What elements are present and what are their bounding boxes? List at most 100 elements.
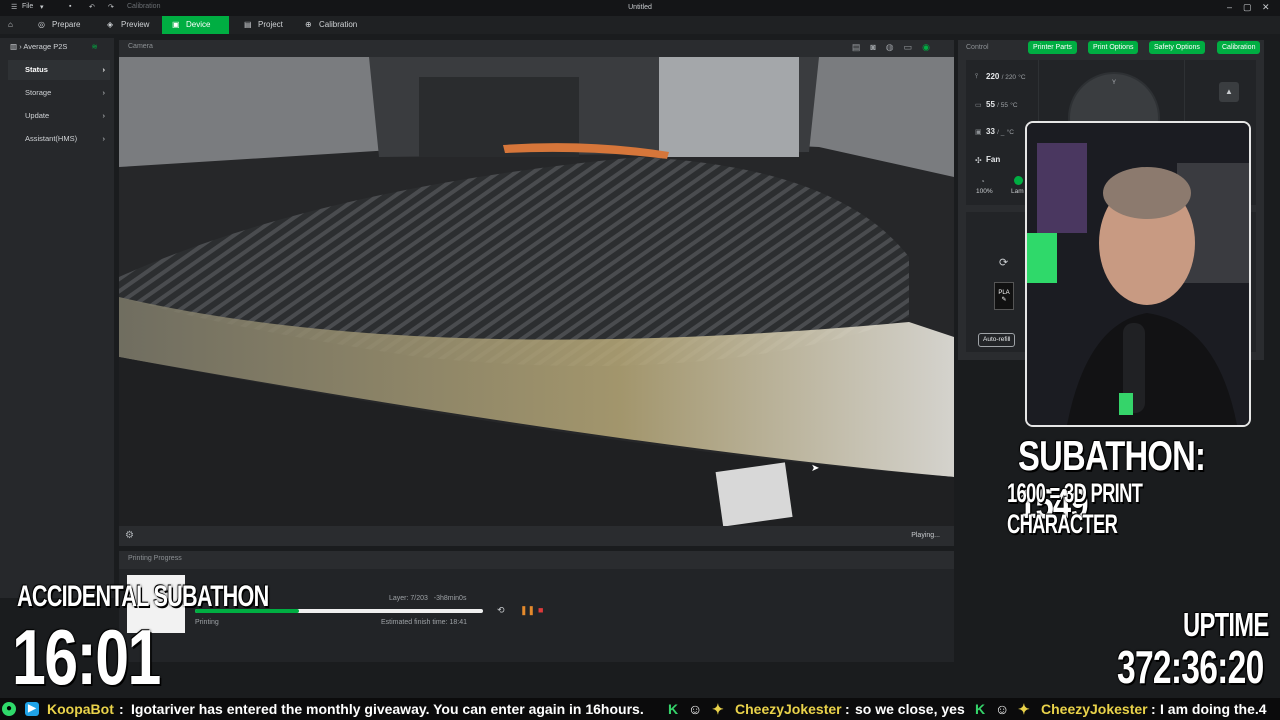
device-icon: ▣	[172, 20, 180, 29]
camera-panel: Camera ▤◙◍▭◉ ⚙ Playing...	[119, 40, 954, 546]
subathon-goal: 1600 = 3D PRINT CHARACTER	[1007, 478, 1143, 539]
temp-unit: °C	[1006, 129, 1014, 136]
sidebar-item-update[interactable]: Update ›	[8, 106, 110, 126]
chat-username: KoopaBot	[47, 701, 114, 717]
bed-temp[interactable]: 55 / 55 °C	[986, 100, 1018, 109]
z-up-button[interactable]: ▲	[1219, 82, 1239, 102]
mouse-cursor-icon: ➤	[811, 463, 820, 474]
bed-temp-value: 55	[986, 100, 995, 109]
sidebar-item-status[interactable]: Status ›	[8, 60, 110, 80]
fan-label[interactable]: Fan	[986, 155, 1000, 164]
sidebar-item-label: Status	[25, 65, 48, 74]
tab-label: Project	[258, 20, 283, 29]
lamp-icon[interactable]	[1014, 176, 1023, 185]
chamber-temp[interactable]: 33 / _ °C	[986, 127, 1014, 136]
sidebar-item-label: Storage	[25, 88, 52, 97]
tab-preview[interactable]: ◈ Preview	[97, 16, 159, 34]
layer-count: Layer: 7/203	[389, 595, 428, 602]
camera-feed[interactable]	[119, 57, 954, 526]
wifi-icon: ≋	[91, 42, 98, 51]
chevron-right-icon: ›	[102, 88, 106, 97]
pause-button[interactable]: ❚❚	[520, 605, 535, 616]
streamer-image	[1027, 123, 1249, 425]
edit-icon: ✎	[1001, 297, 1007, 303]
camera-toolbar: ▤◙◍▭◉	[852, 42, 940, 53]
tab-label: Preview	[121, 20, 150, 29]
tab-prepare[interactable]: ◎ Prepare	[28, 16, 90, 34]
nozzle-temp-target: / 220	[1001, 74, 1017, 81]
chat-app-icon: ●	[2, 702, 16, 716]
device-sidebar: ▥ › Average P2S ≋ Status › Storage › Updat…	[0, 38, 114, 598]
maximize-icon[interactable]: ▢	[1243, 2, 1252, 13]
print-status: Printing	[195, 619, 219, 626]
printer-parts-button[interactable]: Printer Parts	[1028, 41, 1077, 54]
nozzle-temp[interactable]: 220 / 220 °C	[986, 72, 1026, 81]
printer-selector[interactable]: ▥ › Average P2S ≋	[10, 42, 110, 51]
calibration-icon: ⊕	[305, 20, 312, 29]
bed-icon: ▭	[975, 102, 982, 109]
chat-message: Igotariver has entered the monthly givea…	[131, 701, 644, 717]
printer-name-label: Average P2S	[23, 42, 68, 51]
chat-username: CheezyJokester	[735, 701, 842, 717]
tab-project[interactable]: ▤ Project	[234, 16, 293, 34]
chamber-icon: ▣	[975, 129, 982, 136]
safety-options-button[interactable]: Safety Options	[1149, 41, 1205, 54]
tab-label: Prepare	[52, 20, 81, 29]
window-title: Untitled	[628, 4, 652, 11]
playback-status: Playing...	[911, 532, 940, 539]
print-options-button[interactable]: Print Options	[1088, 41, 1139, 54]
minimize-icon[interactable]: –	[1227, 2, 1232, 12]
nozzle-icon: ⫯	[975, 73, 979, 80]
preview-icon: ◈	[107, 20, 114, 29]
chevron-right-icon: ›	[102, 65, 106, 74]
top-navigation: ⌂ ◎ Prepare ◈ Preview ▣ Device ▤ Project ⊕ Ca…	[0, 16, 1280, 34]
timelapse-icon[interactable]: ▤	[852, 42, 871, 52]
fan-icon: ✣	[975, 156, 982, 165]
record-icon[interactable]: ◙	[870, 42, 885, 52]
app-window: ☰ File ▾ ▪ ↶ ↷ Calibration Untitled – ▢ …	[0, 0, 1280, 720]
tab-device[interactable]: ▣ Device	[162, 16, 229, 34]
accidental-subathon-timer: 16:01	[12, 613, 161, 701]
tab-calibration[interactable]: ⊕ Calibration	[295, 16, 367, 34]
emoji-icon: ☺	[688, 701, 703, 717]
camera-status-bar: ⚙ Playing...	[119, 526, 954, 546]
chat-message: I am doing the.4	[1160, 701, 1267, 717]
chat-colon: :	[1151, 701, 1156, 717]
finish-time: Estimated finish time: 18:41	[381, 619, 467, 626]
sparkle-icon: ✦	[712, 701, 724, 717]
filament-type: PLA	[998, 290, 1010, 296]
kick-icon: K	[668, 701, 679, 717]
refresh-icon[interactable]: ⟳	[999, 256, 1008, 269]
video-icon[interactable]: ▭	[904, 42, 923, 52]
accidental-subathon-title: ACCIDENTAL SUBATHON	[17, 580, 269, 613]
stop-button[interactable]: ■	[538, 605, 543, 615]
title-bar: ☰ File ▾ ▪ ↶ ↷ Calibration Untitled – ▢ …	[0, 0, 1280, 16]
chat-message: so we close, yes	[855, 701, 965, 717]
auto-refill-button[interactable]: Auto-refill	[978, 333, 1016, 347]
camera-label: Camera	[128, 43, 153, 50]
uptime-value: 372:36:20	[1117, 641, 1264, 693]
sidebar-item-label: Update	[25, 111, 50, 120]
filament-slot[interactable]: PLA ✎	[994, 282, 1014, 310]
fan-percent: 100%	[976, 188, 993, 195]
uptime-label: UPTIME	[1183, 606, 1269, 643]
close-icon[interactable]: ✕	[1262, 2, 1270, 13]
time-remaining: -3h8min0s	[433, 595, 467, 602]
layer-info: Layer: 7/203 -3h8min0s	[389, 595, 466, 602]
speed-icon: ◔	[980, 177, 985, 186]
chat-ticker: ● ▶ KoopaBot : Igotariver has entered th…	[0, 698, 1280, 720]
camera-icon[interactable]: ◍	[886, 42, 904, 52]
chat-username: CheezyJokester	[1041, 701, 1148, 717]
chamber-temp-value: 33	[986, 127, 995, 136]
sidebar-item-storage[interactable]: Storage ›	[8, 83, 110, 103]
refresh-icon[interactable]: ⟲	[497, 605, 505, 616]
sidebar-item-assistant[interactable]: Assistant(HMS) ›	[8, 129, 110, 149]
calibration-button[interactable]: Calibration	[1217, 41, 1261, 54]
home-icon[interactable]: ⌂	[0, 16, 21, 34]
chevron-right-icon: ›	[102, 134, 106, 143]
chamber-temp-target: / _	[997, 129, 1005, 136]
live-icon[interactable]: ◉	[922, 42, 940, 52]
lamp-label: Lam	[1011, 188, 1024, 195]
sidebar-item-label: Assistant(HMS)	[25, 134, 78, 143]
gear-icon[interactable]: ⚙	[125, 530, 134, 541]
